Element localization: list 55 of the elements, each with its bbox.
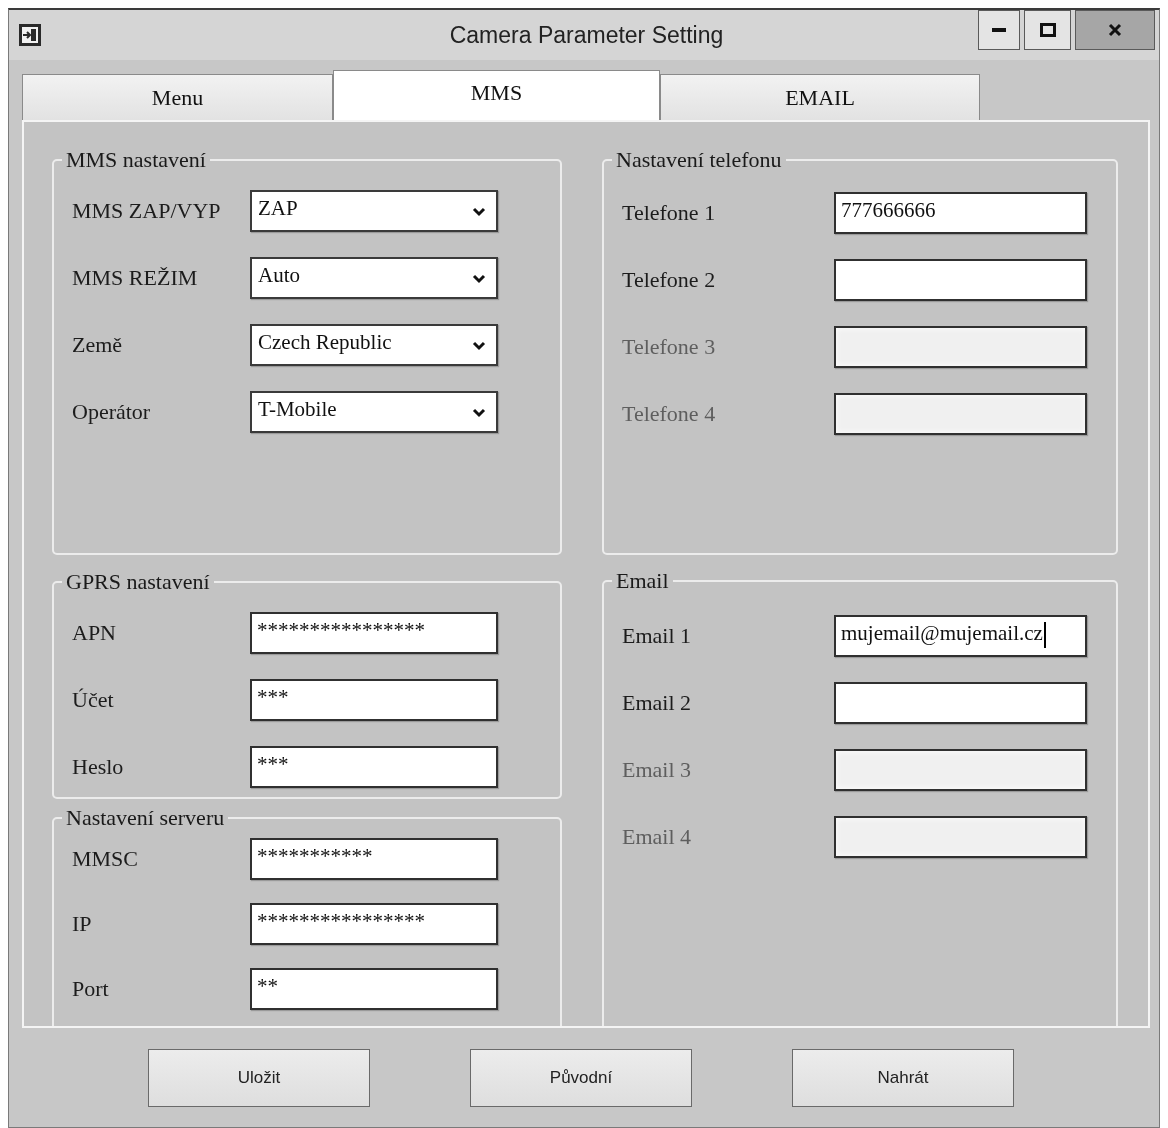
field-label: MMSC	[72, 846, 139, 872]
footer-button[interactable]: Původní	[470, 1048, 692, 1107]
text-field[interactable]: ****************	[250, 903, 498, 945]
group-title: MMS nastavení	[65, 147, 207, 173]
window-title: Camera Parameter Setting	[449, 21, 724, 49]
dropdown[interactable]: T-Mobile	[250, 391, 498, 433]
text-cursor-icon	[1043, 622, 1046, 648]
text-field[interactable]	[834, 682, 1087, 724]
field-label: APN	[72, 620, 116, 646]
maximize-button[interactable]	[1024, 10, 1071, 50]
minimize-icon	[992, 28, 1006, 32]
text-field[interactable]: ****************	[250, 612, 498, 654]
chevron-down-icon	[472, 341, 486, 351]
field-label: Email 1	[622, 623, 692, 649]
maximize-icon	[1039, 23, 1056, 37]
footer-button[interactable]: Nahrát	[792, 1048, 1014, 1107]
text-field[interactable]: ***	[250, 679, 498, 721]
tab[interactable]: EMAIL	[660, 74, 980, 120]
arrow-box-icon	[18, 23, 42, 47]
group-title: Nastavení telefonu	[615, 147, 783, 173]
chevron-down-icon	[472, 207, 486, 217]
group-title: Nastavení serveru	[65, 805, 226, 831]
text-field[interactable]: **	[250, 968, 498, 1010]
tab[interactable]: MMS	[333, 70, 660, 120]
field-label: Telefone 4	[622, 401, 716, 427]
field-label: Země	[72, 332, 123, 358]
footer-button[interactable]: Uložit	[148, 1048, 370, 1107]
dropdown[interactable]: Czech Republic	[250, 324, 498, 366]
tab[interactable]: Menu	[22, 74, 333, 120]
dropdown[interactable]: Auto	[250, 257, 498, 299]
field-label: Heslo	[72, 754, 124, 780]
chevron-down-icon	[472, 408, 486, 418]
field-label: Email 3	[622, 757, 692, 783]
field-label: Účet	[72, 687, 114, 713]
field-label: Telefone 3	[622, 334, 716, 360]
group-title: Email	[615, 568, 670, 594]
field-label: MMS ZAP/VYP	[72, 198, 221, 224]
field-label: Email 4	[622, 824, 692, 850]
text-field[interactable]: ***********	[250, 838, 498, 880]
chevron-down-icon	[472, 274, 486, 284]
field-label: IP	[72, 911, 92, 937]
text-field[interactable]	[834, 259, 1087, 301]
field-label: Email 2	[622, 690, 692, 716]
minimize-button[interactable]	[978, 10, 1020, 50]
field-label: MMS REŽIM	[72, 265, 198, 291]
field-label: Telefone 2	[622, 267, 716, 293]
dropdown[interactable]: ZAP	[250, 190, 498, 232]
group-title: GPRS nastavení	[65, 569, 211, 595]
text-field[interactable]: mujemail@mujemail.cz	[834, 615, 1087, 657]
close-icon	[1108, 23, 1122, 37]
field-label: Port	[72, 976, 109, 1002]
field-label: Operátor	[72, 399, 151, 425]
field-label: Telefone 1	[622, 200, 716, 226]
text-field[interactable]: 777666666	[834, 192, 1087, 234]
text-field[interactable]: ***	[250, 746, 498, 788]
